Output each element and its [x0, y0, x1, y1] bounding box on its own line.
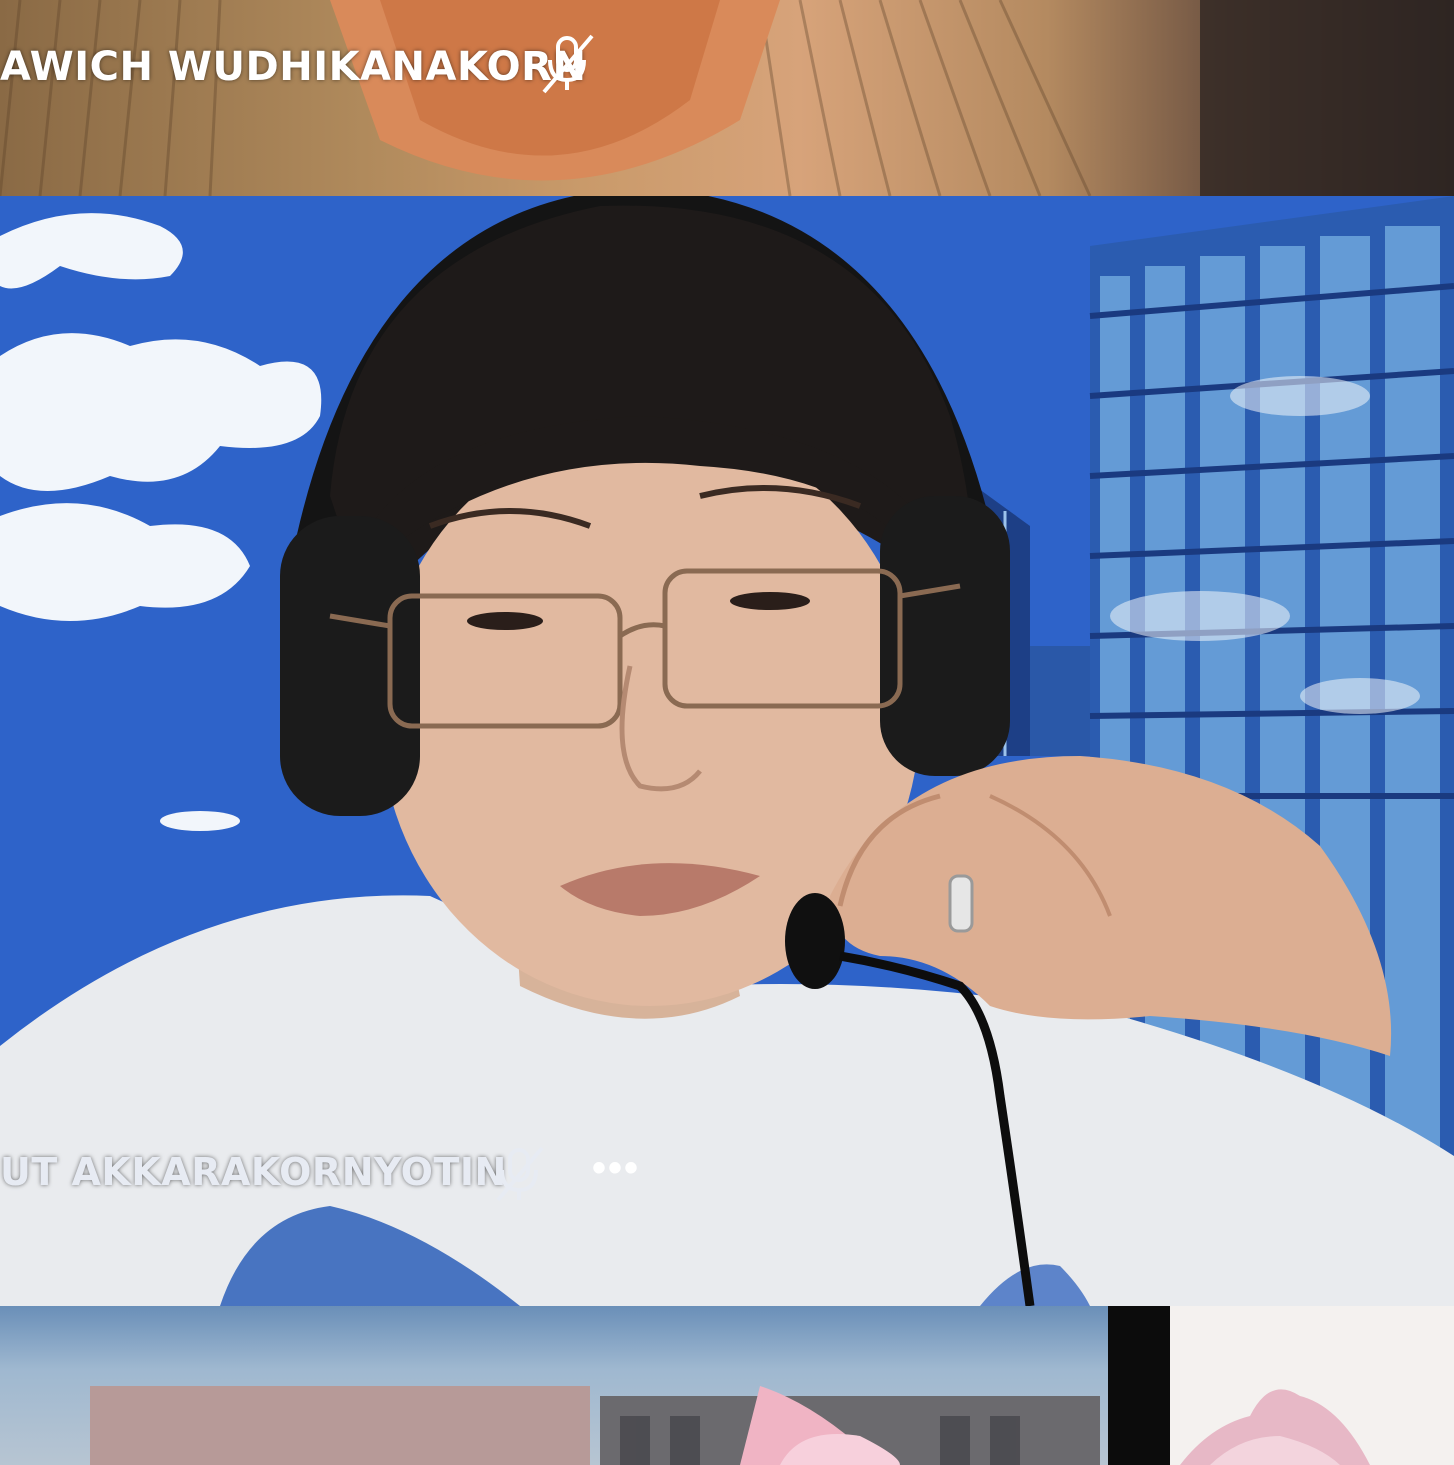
participant-tile-bottom-right[interactable] — [1170, 1306, 1454, 1465]
participant-tile-top[interactable]: AWICH WUDHIKANAKORN — [0, 0, 1454, 196]
participant-video-top — [0, 0, 1454, 196]
more-options-button[interactable]: ••• — [592, 1146, 640, 1191]
participant-video-bottom-right — [1180, 1389, 1370, 1465]
participant-tile-bottom-gap — [1108, 1306, 1170, 1465]
mic-muted-icon — [494, 1144, 546, 1209]
participant-tile-bottom-left[interactable] — [0, 1306, 1108, 1465]
participant-name: AWICH WUDHIKANAKORN — [0, 44, 587, 90]
participant-video-bottom-left — [90, 1386, 1100, 1465]
participant-tile-main[interactable]: UT AKKARAKORNYOTIN ••• — [0, 196, 1454, 1306]
participant-name: UT AKKARAKORNYOTIN — [0, 1150, 507, 1194]
participant-video-main — [0, 196, 1454, 1306]
video-call-grid: AWICH WUDHIKANAKORN UT AKKARAKORNYOTIN •… — [0, 0, 1454, 1465]
